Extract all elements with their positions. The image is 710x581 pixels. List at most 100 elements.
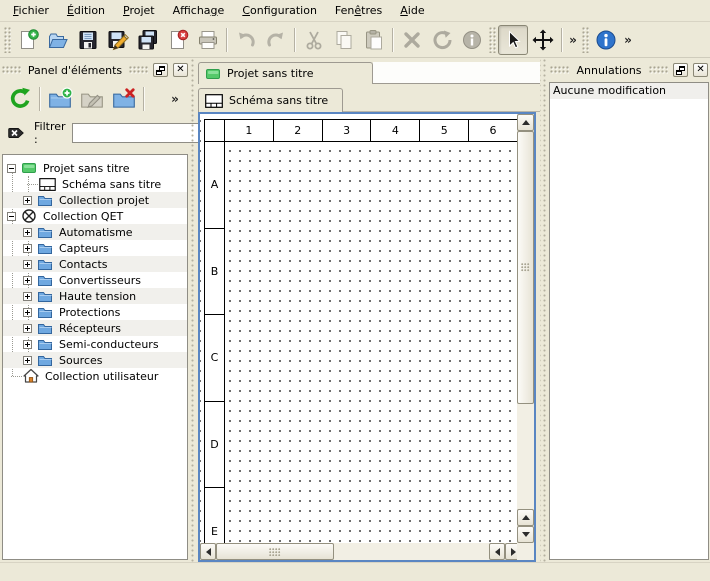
horizontal-scroll-thumb[interactable] [216, 543, 334, 560]
select-cursor-button[interactable] [498, 25, 528, 55]
collapse-icon[interactable] [7, 164, 16, 173]
frame-column-2: 2 [274, 120, 323, 141]
tree-item-label: Automatisme [59, 226, 133, 239]
toolbar-overflow-button[interactable]: » [621, 33, 635, 47]
frame-column-3: 3 [323, 120, 372, 141]
expand-icon[interactable] [23, 260, 32, 269]
schema-canvas[interactable]: 123456 ABCDE [200, 114, 517, 543]
project-folder-icon [21, 160, 37, 176]
file-toolbar [2, 23, 487, 57]
project-folder-icon [205, 66, 221, 82]
tree-item-r-cepteurs[interactable]: Récepteurs [3, 320, 187, 336]
menu-édition[interactable]: Édition [58, 1, 114, 20]
vertical-scrollbar[interactable] [517, 114, 534, 543]
tree-item-projet-sans-titre[interactable]: Projet sans titre [3, 160, 187, 176]
scroll-up-button[interactable] [517, 114, 534, 131]
tree-item-label: Collection QET [43, 210, 123, 223]
undo-history-list[interactable]: Aucune modification [549, 82, 709, 560]
filter-row: Filtrer : [0, 120, 190, 146]
tree-item-protections[interactable]: Protections [3, 304, 187, 320]
tree-connector [11, 376, 22, 377]
toolbar-handle[interactable] [4, 27, 11, 53]
cut-button[interactable] [299, 25, 329, 55]
undo-button[interactable] [231, 25, 261, 55]
up-arrow-icon [522, 515, 530, 520]
tab-schema[interactable]: Schéma sans titre [198, 88, 343, 112]
refresh-button[interactable] [4, 83, 36, 115]
expand-icon[interactable] [23, 340, 32, 349]
close-panel-button[interactable]: ✕ [173, 63, 188, 77]
tree-item-sch-ma-sans-titre[interactable]: Schéma sans titre [3, 176, 187, 192]
tab-project[interactable]: Projet sans titre [198, 62, 373, 84]
toolbar-handle[interactable] [582, 27, 589, 53]
blue-folder-icon [37, 288, 53, 304]
expand-icon[interactable] [23, 276, 32, 285]
scroll-down-button[interactable] [517, 526, 534, 543]
save-all-button[interactable] [133, 25, 163, 55]
open-project-icon [46, 28, 70, 52]
menu-projet[interactable]: Projet [114, 1, 164, 20]
save-button[interactable] [73, 25, 103, 55]
user-home-icon [23, 368, 39, 384]
print-button[interactable] [193, 25, 223, 55]
scroll-left-button-2[interactable] [489, 543, 505, 560]
scroll-up-button-2[interactable] [517, 509, 534, 526]
expand-icon[interactable] [23, 356, 32, 365]
toolbar-handle[interactable] [489, 27, 496, 53]
paste-button[interactable] [359, 25, 389, 55]
copy-button[interactable] [329, 25, 359, 55]
delete-element-icon [111, 86, 137, 112]
horizontal-scrollbar[interactable] [200, 543, 521, 560]
expand-icon[interactable] [23, 228, 32, 237]
tree-item-capteurs[interactable]: Capteurs [3, 240, 187, 256]
delete-button[interactable] [397, 25, 427, 55]
frame-row-B: B [205, 229, 224, 316]
tree-item-collection-projet[interactable]: Collection projet [3, 192, 187, 208]
float-panel-button[interactable] [153, 63, 168, 77]
thumb-grip [269, 548, 281, 556]
collapse-icon[interactable] [7, 212, 16, 221]
rotate-button[interactable] [427, 25, 457, 55]
delete-element-button[interactable] [108, 83, 140, 115]
undo-list-item[interactable]: Aucune modification [550, 83, 708, 99]
new-element-button[interactable] [44, 83, 76, 115]
close-panel-button[interactable]: ✕ [693, 63, 708, 77]
menu-fichier[interactable]: Fichier [4, 1, 58, 20]
main-area: Panel d'éléments ✕ » Filtrer : Projet sa… [0, 58, 710, 562]
tree-item-convertisseurs[interactable]: Convertisseurs [3, 272, 187, 288]
save-as-button[interactable] [103, 25, 133, 55]
expand-icon[interactable] [23, 308, 32, 317]
tree-item-sources[interactable]: Sources [3, 352, 187, 368]
close-file-button[interactable] [163, 25, 193, 55]
properties-button[interactable] [457, 25, 487, 55]
menu-aide[interactable]: Aide [391, 1, 433, 20]
menu-configuration[interactable]: Configuration [233, 1, 326, 20]
float-panel-button[interactable] [673, 63, 688, 77]
about-info-button[interactable] [591, 25, 621, 55]
menu-affichage[interactable]: Affichage [164, 1, 234, 20]
expand-icon[interactable] [23, 244, 32, 253]
redo-button[interactable] [261, 25, 291, 55]
elements-panel-dock: Panel d'éléments ✕ » Filtrer : Projet sa… [0, 58, 190, 562]
move-tool-button[interactable] [528, 25, 558, 55]
tree-item-automatisme[interactable]: Automatisme [3, 224, 187, 240]
menu-fenêtres[interactable]: Fenêtres [326, 1, 391, 20]
toolbar-overflow-button[interactable]: » [566, 33, 580, 47]
expand-icon[interactable] [23, 324, 32, 333]
vertical-scroll-thumb[interactable] [517, 131, 534, 404]
clear-filter-button[interactable] [6, 121, 28, 145]
tree-item-collection-utilisateur[interactable]: Collection utilisateur [3, 368, 187, 384]
right-splitter-handle[interactable] [540, 58, 548, 562]
tree-item-semi-conducteurs[interactable]: Semi-conducteurs [3, 336, 187, 352]
new-document-button[interactable] [13, 25, 43, 55]
expand-icon[interactable] [23, 292, 32, 301]
tree-item-contacts[interactable]: Contacts [3, 256, 187, 272]
about-info-icon [594, 28, 618, 52]
scroll-left-button[interactable] [200, 543, 216, 560]
open-project-button[interactable] [43, 25, 73, 55]
expand-icon[interactable] [23, 196, 32, 205]
edit-element-button[interactable] [76, 83, 108, 115]
tree-item-haute-tension[interactable]: Haute tension [3, 288, 187, 304]
tree-item-collection-qet[interactable]: Collection QET [3, 208, 187, 224]
elements-toolbar-overflow-button[interactable]: » [168, 92, 182, 106]
